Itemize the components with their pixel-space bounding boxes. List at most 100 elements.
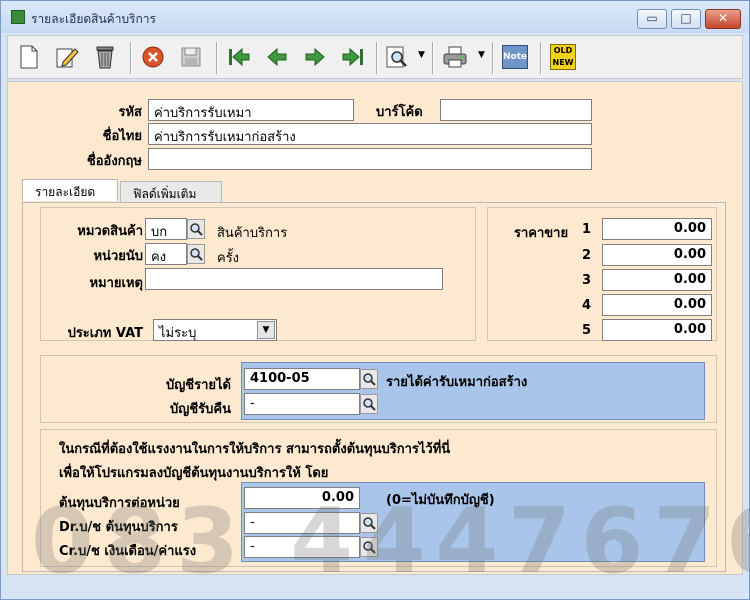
print-button[interactable] bbox=[440, 42, 470, 72]
maximize-button[interactable]: □ bbox=[671, 9, 701, 29]
old-new-icon: OLD NEW bbox=[550, 44, 576, 70]
search-icon bbox=[386, 46, 407, 68]
last-record-icon bbox=[342, 47, 363, 67]
remark-label: หมายเหตุ bbox=[89, 276, 143, 291]
price-1-field[interactable]: 0.00 bbox=[602, 218, 712, 240]
note-button[interactable]: Note bbox=[500, 42, 530, 72]
price-label: ราคาขาย bbox=[514, 226, 569, 241]
price-index-1: 1 bbox=[582, 222, 592, 237]
delete-icon bbox=[96, 46, 114, 69]
print-dropdown-icon[interactable]: ▼ bbox=[478, 50, 485, 60]
title-bar: รายละเอียดสินค้าบริการ ▭ □ ✕ bbox=[1, 1, 749, 33]
unit-lookup-button[interactable] bbox=[187, 244, 205, 264]
price-2-field[interactable]: 0.00 bbox=[602, 244, 712, 266]
vat-type-label: ประเภท VAT bbox=[67, 326, 143, 341]
price-index-2: 2 bbox=[582, 248, 592, 263]
toolbar: ▼ ▼ Note OLD NEW bbox=[7, 35, 743, 79]
toolbar-separator bbox=[540, 42, 542, 74]
price-3-field[interactable]: 0.00 bbox=[602, 269, 712, 291]
note-icon-label: Note bbox=[503, 52, 528, 62]
minimize-button[interactable]: ▭ bbox=[637, 9, 667, 29]
delete-button[interactable] bbox=[90, 42, 120, 72]
refund-account-label: บัญชีรับคืน bbox=[170, 402, 231, 417]
account-group: บัญชีรายได้ บัญชีรับคืน 4100-05 รายได้ค่… bbox=[40, 355, 717, 423]
thai-name-label: ชื่อไทย bbox=[102, 129, 142, 144]
toolbar-separator bbox=[216, 42, 218, 74]
last-record-button[interactable] bbox=[338, 42, 368, 72]
tab-extra-fields-label: ฟิลด์เพิ่มเติม bbox=[133, 187, 197, 201]
maximize-icon: □ bbox=[680, 11, 692, 25]
english-name-field[interactable] bbox=[148, 148, 592, 170]
new-label: NEW bbox=[552, 58, 574, 67]
toolbar-separator bbox=[432, 42, 434, 74]
save-button[interactable] bbox=[176, 42, 206, 72]
minimize-icon: ▭ bbox=[646, 11, 658, 25]
labor-note-line2: เพื่อให้โปรแกรมลงบัญชีต้นทุนงานบริการให้… bbox=[59, 466, 329, 481]
magnifier-icon bbox=[363, 398, 376, 411]
unit-name: ครั้ง bbox=[217, 251, 240, 266]
barcode-label: บาร์โค้ด bbox=[376, 105, 423, 120]
search-dropdown-icon[interactable]: ▼ bbox=[418, 50, 425, 60]
labor-note-line1: ในกรณีที่ต้องใช้แรงงานในการให้บริการ สาม… bbox=[59, 442, 451, 457]
close-button[interactable]: ✕ bbox=[705, 9, 741, 29]
income-account-lookup-button[interactable] bbox=[360, 369, 378, 389]
price-index-5: 5 bbox=[582, 323, 592, 338]
first-record-icon bbox=[229, 47, 250, 67]
window-title: รายละเอียดสินค้าบริการ bbox=[31, 12, 156, 26]
tab-extra-fields[interactable]: ฟิลด์เพิ่มเติม bbox=[120, 181, 222, 203]
app-icon bbox=[11, 10, 25, 24]
tab-details-label: รายละเอียด bbox=[35, 185, 96, 199]
next-record-icon bbox=[305, 47, 325, 67]
cancel-icon bbox=[142, 46, 164, 68]
refund-account-field[interactable]: - bbox=[244, 393, 360, 415]
category-lookup-button[interactable] bbox=[187, 219, 205, 239]
cancel-button[interactable] bbox=[138, 42, 168, 72]
price-4-field[interactable]: 0.00 bbox=[602, 294, 712, 316]
account-panel: 4100-05 รายได้ค่ารับเหมาก่อสร้าง - bbox=[241, 362, 705, 420]
search-button[interactable] bbox=[382, 42, 412, 72]
save-icon bbox=[181, 47, 201, 67]
edit-icon bbox=[56, 48, 79, 68]
old-new-button[interactable]: OLD NEW bbox=[548, 42, 578, 72]
unit-code-field[interactable]: คง bbox=[145, 243, 187, 265]
remark-field[interactable] bbox=[145, 268, 443, 290]
price-5-field[interactable]: 0.00 bbox=[602, 319, 712, 341]
category-label: หมวดสินค้า bbox=[77, 224, 143, 239]
edit-button[interactable] bbox=[52, 42, 82, 72]
first-record-button[interactable] bbox=[224, 42, 254, 72]
price-index-4: 4 bbox=[582, 298, 592, 313]
code-field[interactable]: ค่าบริการรับเหมา bbox=[148, 99, 354, 121]
tab-details[interactable]: รายละเอียด bbox=[22, 179, 118, 201]
status-bar bbox=[7, 577, 743, 597]
code-label: รหัส bbox=[118, 105, 143, 120]
unit-label: หน่วยนับ bbox=[93, 249, 143, 264]
refund-account-lookup-button[interactable] bbox=[360, 394, 378, 414]
income-account-label: บัญชีรายได้ bbox=[165, 378, 231, 393]
print-icon bbox=[443, 46, 467, 68]
toolbar-separator bbox=[376, 42, 378, 74]
old-label: OLD bbox=[553, 46, 573, 55]
new-button[interactable] bbox=[14, 42, 44, 72]
price-group: ราคาขาย 1 0.00 2 0.00 3 0.00 4 0.00 5 0.… bbox=[487, 207, 717, 341]
price-index-3: 3 bbox=[582, 273, 592, 288]
category-code-field[interactable]: บก bbox=[145, 218, 187, 240]
category-name: สินค้าบริการ bbox=[217, 226, 288, 241]
note-icon: Note bbox=[502, 45, 528, 69]
main-window: รายละเอียดสินค้าบริการ ▭ □ ✕ ▼ ▼ Note OL… bbox=[0, 0, 750, 600]
new-icon bbox=[20, 45, 38, 69]
magnifier-icon bbox=[363, 373, 376, 386]
prev-record-button[interactable] bbox=[262, 42, 292, 72]
income-account-name: รายได้ค่ารับเหมาก่อสร้าง bbox=[386, 375, 528, 390]
toolbar-separator bbox=[492, 42, 494, 74]
vat-type-select[interactable]: ไม่ระบุ ▼ bbox=[153, 319, 277, 341]
dropdown-arrow-icon: ▼ bbox=[257, 321, 275, 339]
thai-name-field[interactable]: ค่าบริการรับเหมาก่อสร้าง bbox=[148, 123, 592, 145]
next-record-button[interactable] bbox=[300, 42, 330, 72]
income-account-field[interactable]: 4100-05 bbox=[244, 368, 360, 390]
english-name-label: ชื่ออังกฤษ bbox=[86, 154, 142, 169]
prev-record-icon bbox=[267, 47, 287, 67]
barcode-field[interactable] bbox=[440, 99, 592, 121]
toolbar-separator bbox=[130, 42, 132, 74]
close-icon: ✕ bbox=[717, 11, 729, 25]
product-info-group: หมวดสินค้า บก สินค้าบริการ หน่วยนับ คง ค… bbox=[40, 207, 476, 341]
